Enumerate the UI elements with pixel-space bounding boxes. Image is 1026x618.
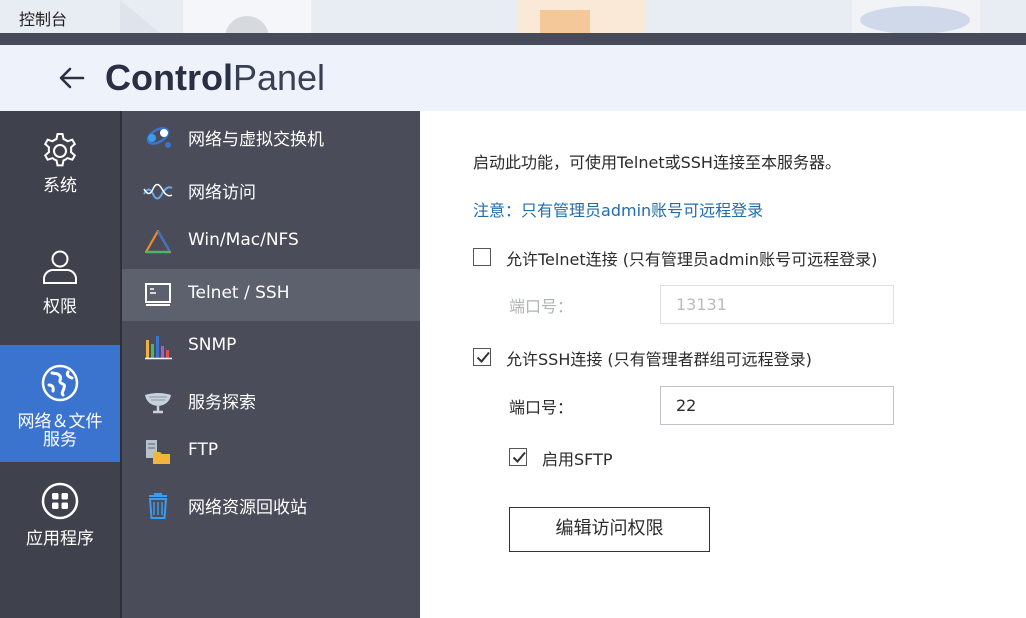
sftp-checkbox[interactable] (509, 448, 527, 466)
notice-text: 只有管理员admin账号可远程登录 (521, 201, 764, 220)
feature-description: 启动此功能，可使用Telnet或SSH连接至本服务器。 (473, 153, 841, 172)
checkmark-icon (476, 351, 490, 363)
ftp-folder-icon (146, 440, 170, 464)
primary-nav-applications[interactable]: 应用程序 (0, 462, 120, 579)
secondary-nav-label: FTP (188, 440, 219, 460)
telnet-checkbox-label[interactable]: 允许Telnet连接 (只有管理员admin账号可远程登录) (506, 246, 877, 270)
bar-chart-icon (145, 336, 172, 360)
ssh-port-label: 端口号： (509, 398, 574, 417)
edit-access-permissions-button[interactable]: 编辑访问权限 (509, 507, 710, 552)
triangle-share-icon (144, 229, 172, 254)
telnet-port-input[interactable]: 13131 (660, 285, 894, 324)
secondary-nav-item-telnet-ssh[interactable]: Telnet / SSH (122, 269, 420, 321)
secondary-nav-item-ftp[interactable]: FTP (122, 426, 420, 478)
network-switch-icon (146, 127, 171, 148)
ssh-checkbox[interactable] (473, 348, 491, 366)
secondary-nav-label: Win/Mac/NFS (188, 230, 299, 250)
secondary-nav-label: 网络与虚拟交换机 (188, 130, 324, 150)
telnet-port-label: 端口号： (509, 297, 574, 316)
primary-nav-network-label-line2: 服务 (43, 430, 77, 450)
primary-nav-system[interactable]: 系统 (0, 111, 120, 228)
secondary-nav-label: Telnet / SSH (188, 283, 290, 303)
telnet-checkbox[interactable] (473, 248, 491, 266)
network-access-icon (143, 183, 173, 200)
primary-nav: 系统 权限 网络＆文件 服务 应用程序 (0, 111, 120, 618)
ssh-checkbox-label[interactable]: 允许SSH连接 (只有管理者群组可远程登录) (506, 346, 812, 370)
terminal-icon (145, 283, 171, 306)
secondary-nav-item-win-mac-nfs[interactable]: Win/Mac/NFS (122, 216, 420, 268)
secondary-nav-label: 服务探索 (188, 393, 256, 413)
telnet-ssh-settings-panel: 启动此功能，可使用Telnet或SSH连接至本服务器。 注意：只有管理员admi… (420, 111, 1026, 618)
app-brand: ControlPanel (105, 57, 325, 99)
primary-nav-system-label: 系统 (43, 176, 77, 196)
user-icon (43, 250, 77, 284)
secondary-nav-label: 网络资源回收站 (188, 498, 307, 518)
primary-nav-applications-label: 应用程序 (26, 529, 94, 549)
background-decoration (120, 0, 980, 33)
window-title: 控制台 (19, 10, 68, 29)
primary-nav-network-label-line1: 网络＆文件 (17, 412, 103, 432)
checkmark-icon (512, 451, 526, 463)
brand-light: Panel (232, 57, 326, 98)
primary-nav-network-file-services[interactable]: 网络＆文件 服务 (0, 345, 120, 462)
notice: 注意：只有管理员admin账号可远程登录 (473, 197, 763, 221)
secondary-nav-item-snmp[interactable]: SNMP (122, 321, 420, 373)
sftp-checkbox-label[interactable]: 启用SFTP (542, 446, 613, 470)
brand-bold: Control (105, 57, 233, 98)
secondary-nav-item-network-virtual-switch[interactable]: 网络与虚拟交换机 (122, 111, 420, 163)
app-header: ControlPanel (0, 45, 1026, 111)
window-title-bar: 控制台 (0, 0, 1026, 33)
gear-icon (43, 133, 77, 167)
secondary-nav-item-network-recycle-bin[interactable]: 网络资源回收站 (122, 479, 420, 531)
notice-label: 注意： (473, 201, 522, 220)
secondary-nav: 网络与虚拟交换机 网络访问 Win/Mac/NFS Telnet / SSH S… (122, 111, 420, 618)
recycle-bin-icon (148, 493, 168, 519)
primary-nav-permissions[interactable]: 权限 (0, 228, 120, 345)
secondary-nav-label: 网络访问 (188, 183, 256, 203)
title-divider (0, 33, 1026, 45)
ssh-port-input[interactable]: 22 (660, 386, 894, 425)
secondary-nav-label: SNMP (188, 335, 237, 355)
globe-icon (41, 364, 79, 402)
apps-grid-icon (41, 482, 79, 520)
secondary-nav-item-network-access[interactable]: 网络访问 (122, 164, 420, 216)
primary-nav-permissions-label: 权限 (43, 297, 77, 317)
secondary-nav-item-service-discovery[interactable]: 服务探索 (122, 374, 420, 426)
back-arrow-icon[interactable] (57, 63, 87, 93)
satellite-dish-icon (145, 393, 171, 414)
